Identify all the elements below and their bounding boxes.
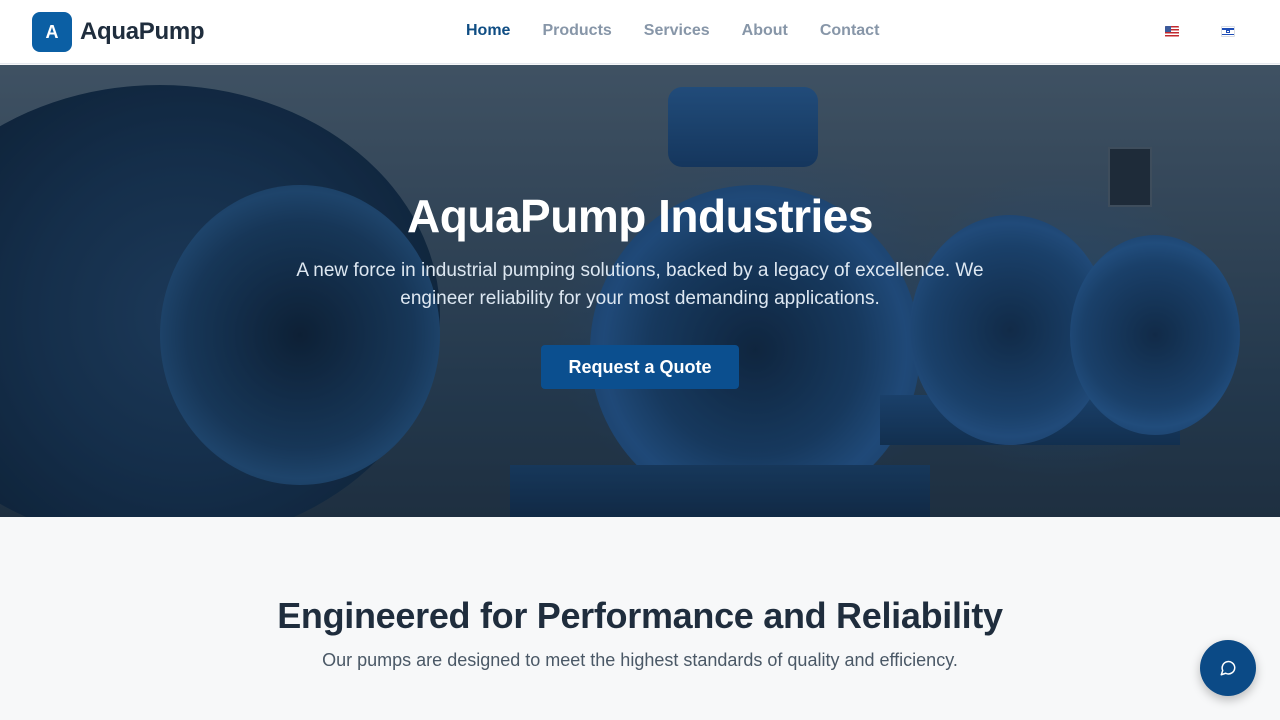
logo-link[interactable]: A AquaPump (32, 12, 205, 52)
section-title: Engineered for Performance and Reliabili… (277, 595, 1003, 636)
nav-item-home[interactable]: Home (466, 20, 510, 42)
request-quote-button[interactable]: Request a Quote (541, 345, 739, 389)
nav-item-products[interactable]: Products (542, 20, 611, 42)
hero-section: AquaPump Industries A new force in indus… (0, 65, 1280, 517)
section-subtitle: Our pumps are designed to meet the highe… (322, 650, 958, 670)
site-header: A AquaPump Home Products Services About … (0, 0, 1280, 64)
nav-item-contact[interactable]: Contact (820, 20, 880, 42)
chat-bubble-icon (1220, 660, 1236, 676)
nav-item-services[interactable]: Services (644, 20, 710, 42)
hero-title: AquaPump Industries (407, 190, 873, 242)
chat-button[interactable] (1200, 640, 1256, 696)
logo-mark: A (32, 12, 72, 52)
brand-name: AquaPump (80, 18, 205, 45)
nav-item-about[interactable]: About (742, 20, 788, 42)
hero-subtitle: A new force in industrial pumping soluti… (296, 260, 984, 309)
us-flag-icon[interactable] (1165, 26, 1179, 37)
main-nav: Home Products Services About Contact (466, 20, 879, 42)
israel-flag-icon[interactable] (1221, 26, 1235, 37)
hero-content: AquaPump Industries A new force in indus… (0, 65, 1280, 517)
